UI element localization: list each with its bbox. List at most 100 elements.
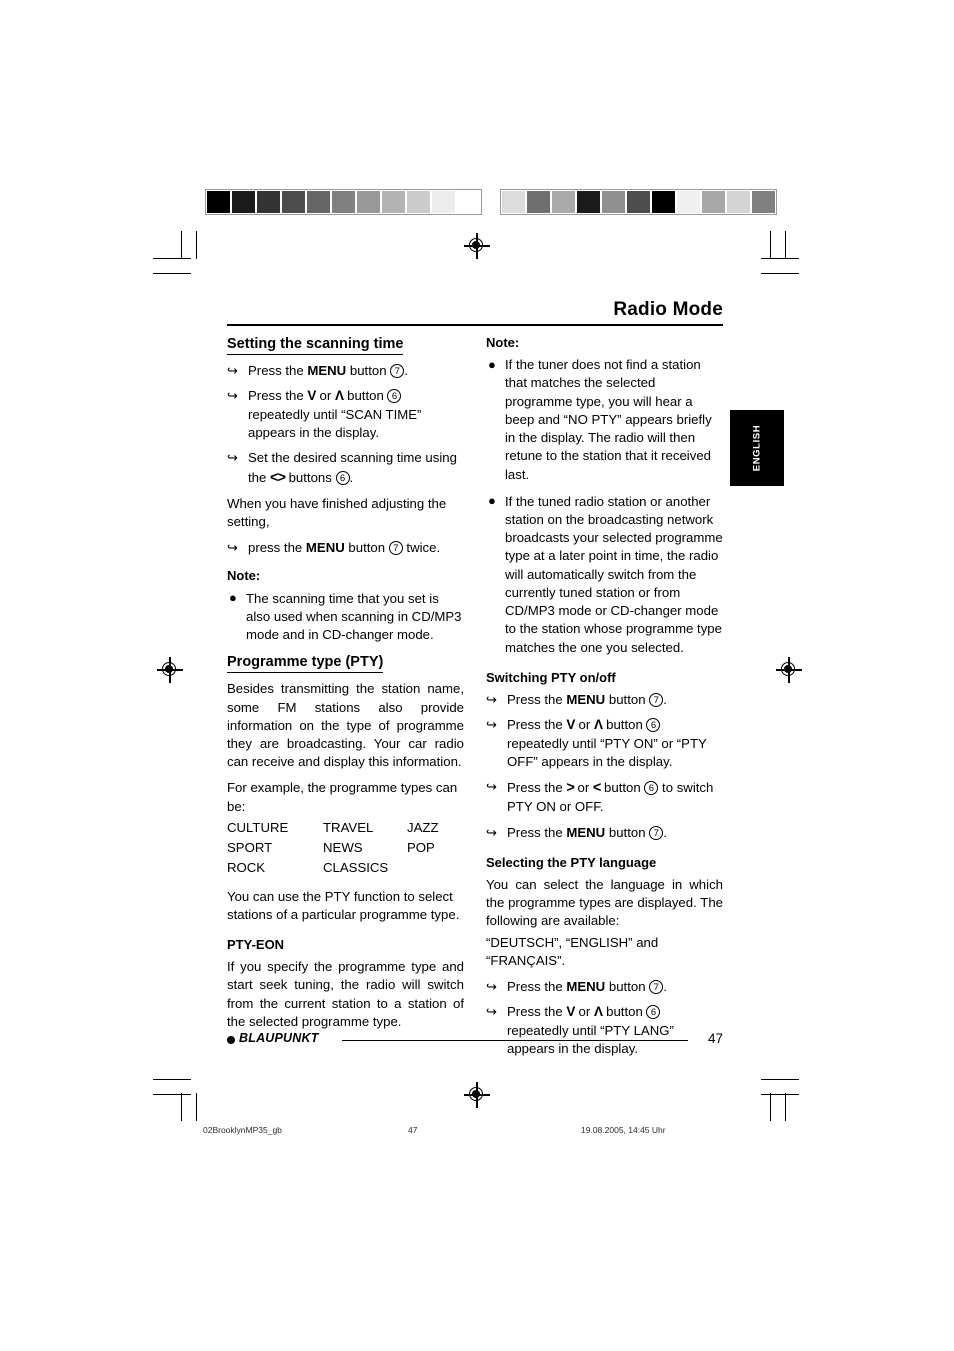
note-item-text: If the tuned radio station or another st… xyxy=(505,493,723,655)
button-reference-badge: 7 xyxy=(390,364,405,379)
note-label-right: Note: xyxy=(486,335,520,350)
step-text-bold: MENU xyxy=(307,363,347,379)
step-text-bold: MENU xyxy=(566,824,606,840)
slug-timestamp: 19.08.2005, 14:45 Uhr xyxy=(581,1125,666,1135)
crop-mark-bottom-left-h2 xyxy=(153,1094,191,1096)
paragraph-pty-example-intro: For example, the programme types can be: xyxy=(227,780,458,814)
footer-page-number: 47 xyxy=(707,1031,723,1046)
step-item: ↪ Press the MENU button 7. xyxy=(486,824,723,842)
step-text-pre: Press the xyxy=(507,717,567,733)
pty-type-cell: ROCK xyxy=(227,860,266,876)
pty-type-cell: POP xyxy=(407,840,435,856)
step-text-pre: press the xyxy=(248,540,306,556)
step-text-or: or xyxy=(574,717,594,733)
heading-selecting-pty-language: Selecting the PTY language xyxy=(486,854,657,870)
step-item: ↪ Set the desired scanning time using th… xyxy=(227,449,464,487)
grayscale-swatch xyxy=(357,191,380,213)
pty-type-cell: SPORT xyxy=(227,840,273,856)
step-text-mid: buttons xyxy=(284,469,336,485)
grayscale-swatch xyxy=(552,191,575,213)
step-text-mid: button xyxy=(346,363,391,379)
pty-type-cell xyxy=(407,859,464,879)
step-text-pre: Press the xyxy=(248,388,308,404)
step-arrow-icon: ↪ xyxy=(486,824,497,840)
grayscale-swatch xyxy=(752,191,775,213)
down-chevron-icon: V xyxy=(566,1004,575,1020)
step-arrow-icon: ↪ xyxy=(486,717,497,733)
step-arrow-icon: ↪ xyxy=(486,1004,497,1020)
pty-types-table: CULTURE TRAVEL JAZZ SPORT NEWS POP ROCK … xyxy=(227,819,464,880)
grayscale-swatch xyxy=(577,191,600,213)
step-text-bold: MENU xyxy=(566,692,606,707)
down-chevron-icon: V xyxy=(566,717,575,733)
step-text-mid: button xyxy=(602,1004,647,1020)
button-reference-badge: 6 xyxy=(644,781,659,796)
crop-mark-bottom-right-h2 xyxy=(761,1094,799,1096)
left-column: Setting the scanning time ↪ Press the ME… xyxy=(227,335,464,1065)
grayscale-swatch xyxy=(727,191,750,213)
down-chevron-icon: V xyxy=(307,388,316,404)
language-side-tab-label: ENGLISH xyxy=(751,424,763,472)
heading-switching-pty-on-off: Switching PTY on/off xyxy=(486,669,616,685)
crop-mark-top-right-v2 xyxy=(785,231,787,259)
bullet-icon: ● xyxy=(488,356,496,372)
button-reference-badge: 6 xyxy=(335,470,350,485)
footer-divider xyxy=(342,1039,688,1041)
heading-programme-type-pty: Programme type (PTY) xyxy=(227,653,384,674)
grayscale-swatch xyxy=(382,191,405,213)
button-reference-badge: 7 xyxy=(649,693,664,707)
language-side-tab: ENGLISH xyxy=(730,410,784,486)
step-text-post: . xyxy=(404,363,408,379)
step-text-pre: Press the xyxy=(507,979,567,995)
step-text-post: twice. xyxy=(402,540,441,556)
step-text-pre: Press the xyxy=(507,824,567,840)
page-header: Radio Mode xyxy=(227,292,723,326)
bullet-icon: ● xyxy=(488,493,496,509)
note-item: ● The scanning time that you set is also… xyxy=(227,590,464,645)
step-text-or: or xyxy=(573,780,593,796)
step-text-mid: button xyxy=(605,824,650,840)
step-item: ↪ Press the MENU button 7. xyxy=(227,362,464,380)
grayscale-swatch xyxy=(407,191,430,213)
registration-mark-left xyxy=(150,657,190,683)
crop-mark-top-right-h1 xyxy=(761,258,799,260)
steps-switching-pty: ↪ Press the MENU button 7. ↪ Press the V… xyxy=(486,691,723,842)
grayscale-swatch xyxy=(307,191,330,213)
step-text-bold: MENU xyxy=(566,979,606,995)
grayscale-swatch xyxy=(282,191,305,213)
note-list-right: ● If the tuner does not find a station t… xyxy=(486,356,723,657)
step-arrow-icon: ↪ xyxy=(227,450,238,466)
note-item: ● If the tuner does not find a station t… xyxy=(486,356,723,484)
button-reference-badge: 6 xyxy=(646,1005,661,1020)
step-text-mid: button xyxy=(343,388,388,404)
step-arrow-icon: ↪ xyxy=(227,540,238,556)
step-text-post: . xyxy=(349,469,354,485)
step-item: ↪ Press the MENU button 7. xyxy=(486,978,723,996)
step-text-or: or xyxy=(315,388,335,404)
grayscale-calibration-bar-right xyxy=(500,189,777,215)
crop-mark-bottom-right-h1 xyxy=(761,1079,799,1081)
grayscale-swatch xyxy=(207,191,230,213)
step-text-pre: Press the xyxy=(507,780,567,796)
grayscale-swatch xyxy=(502,191,525,213)
step-arrow-icon: ↪ xyxy=(227,388,238,404)
grayscale-swatch xyxy=(652,191,675,213)
pty-type-cell: TRAVEL xyxy=(323,819,374,835)
steps-scanning-time: ↪ Press the MENU button 7. ↪ Press the V… xyxy=(227,362,464,488)
header-divider xyxy=(227,324,723,326)
step-arrow-icon: ↪ xyxy=(486,979,497,995)
step-text-post: repeatedly until “SCAN TIME” appears in … xyxy=(248,406,422,441)
bullet-icon: ● xyxy=(229,590,237,606)
registration-mark-right xyxy=(769,657,809,683)
step-arrow-icon: ↪ xyxy=(486,692,497,707)
crop-mark-top-left-v2 xyxy=(196,231,198,259)
page-content: Radio Mode Setting the scanning time ↪ P… xyxy=(227,292,723,1065)
crop-mark-bottom-left-v2 xyxy=(196,1093,198,1121)
paragraph-pty-eon: If you specify the programme type and st… xyxy=(227,959,464,1029)
crop-mark-bottom-left-v1 xyxy=(181,1093,183,1121)
crop-mark-bottom-right-v2 xyxy=(785,1093,787,1121)
step-text-bold: MENU xyxy=(305,540,345,556)
pty-type-cell: CLASSICS xyxy=(323,860,389,876)
grayscale-swatch xyxy=(332,191,355,213)
heading-pty-eon: PTY-EON xyxy=(227,936,285,952)
